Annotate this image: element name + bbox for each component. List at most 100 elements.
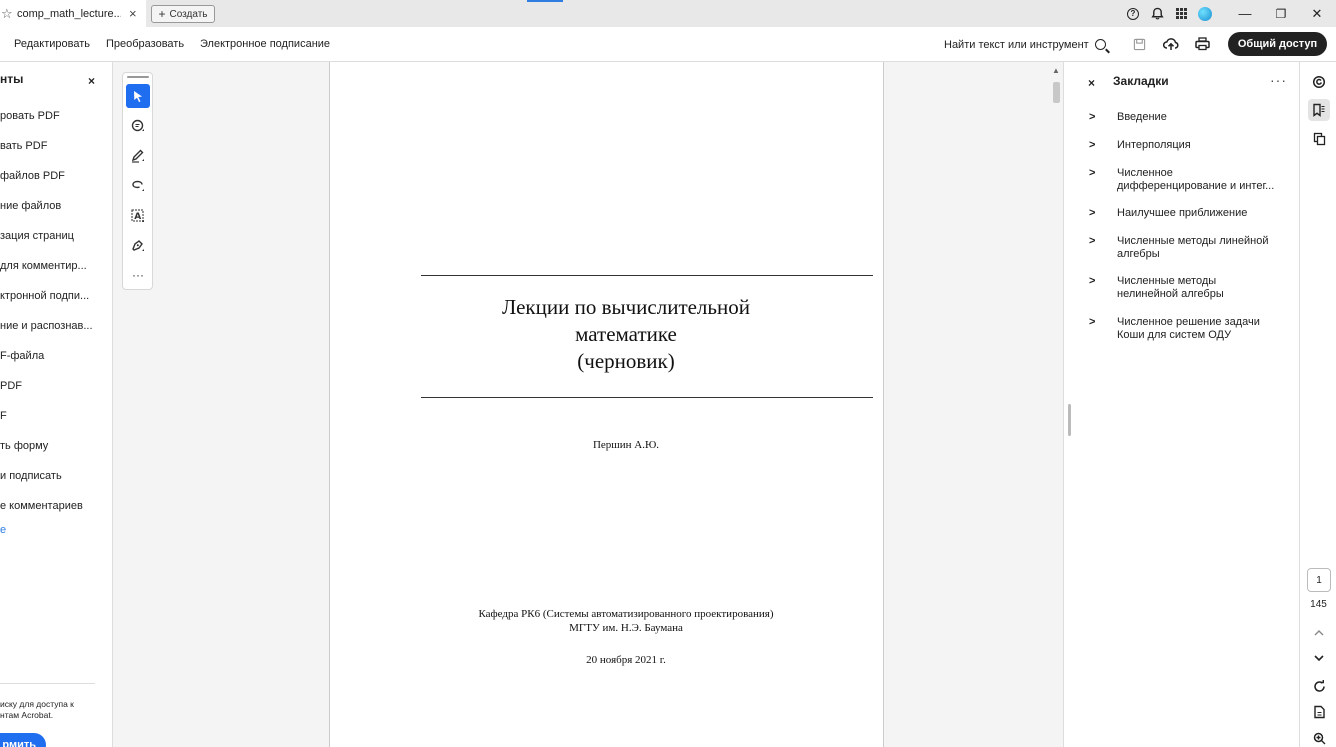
lasso-icon bbox=[132, 180, 144, 191]
save-button[interactable] bbox=[1130, 35, 1148, 53]
subscribe-button[interactable]: рмить bbox=[0, 733, 46, 747]
next-page-button[interactable] bbox=[1308, 647, 1330, 669]
bookmark-item[interactable]: > Интерполяция bbox=[1089, 139, 1289, 152]
tool-item[interactable]: зация страниц bbox=[0, 230, 74, 242]
chevron-right-icon[interactable]: > bbox=[1089, 139, 1117, 152]
bookmark-item[interactable]: > Численные методы линейной алгебры bbox=[1089, 235, 1289, 261]
tool-item[interactable]: и подписать bbox=[0, 470, 62, 482]
notifications-button[interactable] bbox=[1149, 0, 1165, 27]
help-button[interactable]: ? bbox=[1125, 0, 1141, 27]
scroll-thumb[interactable] bbox=[1053, 82, 1060, 103]
tool-item[interactable]: файлов PDF bbox=[0, 170, 65, 182]
comment-tool-button[interactable] bbox=[126, 114, 150, 138]
title-bar: ☆ comp_math_lecture... × + Создать ? — ❐… bbox=[0, 0, 1336, 27]
highlight-tool-button[interactable] bbox=[126, 144, 150, 168]
bookmark-item[interactable]: > Численное дифференцирование и интег... bbox=[1089, 167, 1289, 193]
tool-item[interactable]: ние и распознав... bbox=[0, 320, 93, 332]
apps-grid-icon bbox=[1175, 8, 1187, 19]
drag-handle[interactable] bbox=[127, 76, 149, 78]
tool-item[interactable]: вать PDF bbox=[0, 140, 47, 152]
vertical-scrollbar[interactable]: ▲ bbox=[1050, 62, 1063, 747]
tool-item[interactable]: F-файла bbox=[0, 350, 44, 362]
chevron-right-icon[interactable]: > bbox=[1089, 111, 1117, 124]
tab-title: comp_math_lecture... bbox=[17, 7, 121, 20]
dept-line: МГТУ им. Н.Э. Баумана bbox=[569, 622, 683, 634]
pen-icon bbox=[131, 149, 144, 163]
chevron-right-icon[interactable]: > bbox=[1089, 275, 1117, 301]
bookmark-label: Численные методы нелинейной алгебры bbox=[1117, 275, 1224, 300]
printer-icon bbox=[1194, 37, 1210, 51]
more-tools-button[interactable]: ··· bbox=[126, 263, 150, 287]
document-tab[interactable]: ☆ comp_math_lecture... × bbox=[0, 0, 146, 27]
see-more-link[interactable]: е bbox=[0, 524, 6, 536]
document-title: Лекции по вычислительной математике (чер… bbox=[421, 294, 831, 375]
tools-panel-title: нты bbox=[0, 72, 24, 86]
draw-tool-button[interactable] bbox=[126, 174, 150, 198]
bookmark-item[interactable]: > Численное решение задачи Коши для сист… bbox=[1089, 316, 1289, 342]
menu-convert[interactable]: Преобразовать bbox=[106, 27, 184, 62]
sign-tool-button[interactable] bbox=[126, 234, 150, 258]
restore-button[interactable]: ❐ bbox=[1272, 0, 1290, 27]
previous-page-button[interactable] bbox=[1308, 621, 1330, 643]
bookmarks-more-icon[interactable]: ··· bbox=[1270, 72, 1287, 88]
bookmarks-button[interactable] bbox=[1308, 99, 1330, 121]
avatar bbox=[1198, 6, 1212, 21]
save-icon bbox=[1133, 38, 1145, 50]
promo-line: иску для доступа к bbox=[0, 699, 74, 709]
bookmark-item[interactable]: > Введение bbox=[1089, 111, 1289, 124]
ai-assistant-button[interactable] bbox=[1308, 71, 1330, 93]
page-total: 145 bbox=[1310, 599, 1327, 610]
minimize-button[interactable]: — bbox=[1236, 0, 1254, 27]
tool-item[interactable]: F bbox=[0, 410, 7, 422]
page-number-input[interactable]: 1 bbox=[1307, 568, 1331, 592]
cloud-upload-icon bbox=[1163, 38, 1179, 50]
bookmark-item[interactable]: > Численные методы нелинейной алгебры bbox=[1089, 275, 1289, 301]
zoom-in-button[interactable] bbox=[1308, 727, 1330, 747]
scroll-up-icon[interactable]: ▲ bbox=[1052, 66, 1060, 75]
document-author: Першин А.Ю. bbox=[592, 439, 660, 451]
tool-item[interactable]: ние файлов bbox=[0, 200, 61, 212]
close-window-button[interactable]: ✕ bbox=[1308, 0, 1326, 27]
tool-item[interactable]: для комментир... bbox=[0, 260, 87, 272]
search-icon bbox=[1094, 39, 1106, 50]
account-button[interactable] bbox=[1197, 0, 1213, 27]
chevron-right-icon[interactable]: > bbox=[1089, 167, 1117, 193]
menu-esign[interactable]: Электронное подписание bbox=[200, 27, 330, 62]
ai-assistant-icon bbox=[1312, 75, 1326, 89]
pages-button[interactable] bbox=[1308, 128, 1330, 150]
rotate-button[interactable] bbox=[1308, 675, 1330, 697]
signature-pen-icon bbox=[132, 240, 144, 251]
page-fit-button[interactable] bbox=[1308, 701, 1330, 723]
bookmarks-close-icon[interactable]: × bbox=[1088, 76, 1095, 90]
bell-icon bbox=[1150, 7, 1164, 20]
chevron-right-icon[interactable]: > bbox=[1089, 207, 1117, 220]
tools-panel-close-icon[interactable]: × bbox=[88, 74, 95, 88]
document-date: 20 ноября 2021 г. bbox=[586, 654, 666, 666]
pdf-page: Лекции по вычислительной математике (чер… bbox=[329, 62, 884, 747]
tool-item[interactable]: ть форму bbox=[0, 440, 48, 452]
apps-button[interactable] bbox=[1173, 0, 1189, 27]
select-tool-button[interactable] bbox=[126, 84, 150, 108]
find-tool-search[interactable]: Найти текст или инструмент bbox=[944, 27, 1106, 62]
tool-item[interactable]: PDF bbox=[0, 380, 22, 392]
tab-close-icon[interactable]: × bbox=[129, 6, 137, 21]
bookmarks-panel: × Закладки ··· > Введение > Интерполяция… bbox=[1063, 62, 1299, 747]
tool-item[interactable]: ктронной подпи... bbox=[0, 290, 89, 302]
tools-panel: нты × ровать PDF вать PDF файлов PDF ние… bbox=[0, 62, 113, 747]
right-rail: 1 145 bbox=[1299, 62, 1336, 747]
bookmark-label: Наилучшее приближение bbox=[1117, 207, 1248, 219]
share-button[interactable]: Общий доступ bbox=[1228, 32, 1327, 56]
create-new-button[interactable]: + Создать bbox=[151, 5, 215, 23]
chevron-right-icon[interactable]: > bbox=[1089, 316, 1117, 342]
text-recognition-button[interactable]: A bbox=[126, 204, 150, 228]
bookmark-item[interactable]: > Наилучшее приближение bbox=[1089, 207, 1289, 220]
chevron-right-icon[interactable]: > bbox=[1089, 235, 1117, 261]
star-icon[interactable]: ☆ bbox=[1, 6, 17, 22]
tool-item[interactable]: ровать PDF bbox=[0, 110, 60, 122]
print-button[interactable] bbox=[1193, 35, 1211, 53]
menu-edit[interactable]: Редактировать bbox=[14, 27, 90, 62]
panel-resize-handle[interactable] bbox=[1068, 404, 1071, 436]
tool-item[interactable]: е комментариев bbox=[0, 500, 83, 512]
upload-button[interactable] bbox=[1162, 35, 1180, 53]
active-indicator bbox=[527, 0, 563, 2]
